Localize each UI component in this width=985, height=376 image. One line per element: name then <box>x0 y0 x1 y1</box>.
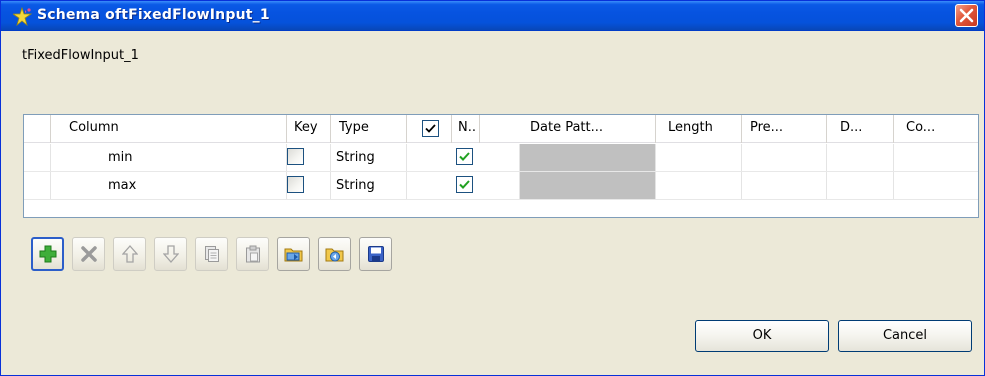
nullable-checkbox[interactable] <box>456 176 473 193</box>
move-down-icon <box>162 245 179 263</box>
key-checkbox[interactable] <box>287 148 304 165</box>
column-header-type[interactable]: Type <box>331 115 407 143</box>
delete-row-button[interactable] <box>72 237 105 271</box>
save-schema-button[interactable] <box>359 237 392 271</box>
column-header-select-all[interactable] <box>407 115 452 143</box>
column-header-key[interactable]: Key <box>287 115 331 143</box>
move-up-button[interactable] <box>113 237 146 271</box>
nullable-cell[interactable] <box>407 144 520 171</box>
table-row[interactable]: min String <box>24 144 978 172</box>
column-header-precision[interactable]: Pre... <box>742 115 827 143</box>
column-name-cell[interactable]: min <box>51 144 287 171</box>
column-header-default[interactable]: D... <box>827 115 894 143</box>
precision-cell[interactable] <box>742 144 827 171</box>
copy-button[interactable] <box>195 237 228 271</box>
date-pattern-cell <box>520 144 656 171</box>
export-schema-button[interactable] <box>318 237 351 271</box>
checkmark-icon <box>459 180 470 189</box>
schema-star-icon <box>13 7 33 27</box>
move-down-button[interactable] <box>154 237 187 271</box>
import-icon <box>284 248 302 262</box>
key-checkbox[interactable] <box>287 176 304 193</box>
column-header-nullable[interactable]: N.. <box>452 115 479 143</box>
column-header-comment[interactable]: Co... <box>894 115 979 143</box>
column-header-column[interactable]: Column <box>51 115 287 143</box>
nullable-cell[interactable] <box>407 172 520 199</box>
add-row-button[interactable] <box>31 237 64 271</box>
row-marker <box>24 144 51 171</box>
header-divider <box>479 115 480 143</box>
delete-icon <box>80 246 97 262</box>
type-cell[interactable]: String <box>331 144 407 171</box>
dialog-body: tFixedFlowInput_1 Column Key Type N.. Da… <box>4 32 981 374</box>
schema-component-label: tFixedFlowInput_1 <box>22 48 139 63</box>
export-icon <box>325 248 343 262</box>
copy-icon <box>204 246 219 262</box>
schema-table: Column Key Type N.. Date Patt... Length … <box>23 114 979 218</box>
comment-cell[interactable] <box>894 172 979 199</box>
import-schema-button[interactable] <box>277 237 310 271</box>
default-cell[interactable] <box>827 144 894 171</box>
checkmark-icon <box>459 152 470 161</box>
precision-cell[interactable] <box>742 172 827 199</box>
row-marker <box>24 172 51 199</box>
paste-icon <box>245 245 260 263</box>
key-cell[interactable] <box>287 144 331 171</box>
comment-cell[interactable] <box>894 144 979 171</box>
key-cell[interactable] <box>287 172 331 199</box>
close-button[interactable] <box>955 4 978 27</box>
table-header: Column Key Type N.. Date Patt... Length … <box>24 115 978 143</box>
save-icon <box>367 246 384 262</box>
column-name-cell[interactable]: max <box>51 172 287 199</box>
move-up-icon <box>121 245 138 263</box>
cancel-button[interactable]: Cancel <box>838 320 972 352</box>
window-title: Schema oftFixedFlowInput_1 <box>37 7 270 23</box>
column-header-date-pattern[interactable]: Date Patt... <box>520 115 656 143</box>
length-cell[interactable] <box>656 172 742 199</box>
paste-button[interactable] <box>236 237 269 271</box>
table-row[interactable]: max String <box>24 172 978 200</box>
header-checkbox[interactable] <box>422 120 439 137</box>
default-cell[interactable] <box>827 172 894 199</box>
length-cell[interactable] <box>656 144 742 171</box>
title-bar[interactable]: Schema oftFixedFlowInput_1 <box>1 1 984 31</box>
schema-dialog: Schema oftFixedFlowInput_1 tFixedFlowInp… <box>0 0 985 376</box>
checkmark-icon <box>425 124 436 133</box>
close-icon <box>959 8 974 23</box>
add-icon <box>39 245 56 263</box>
nullable-checkbox[interactable] <box>456 148 473 165</box>
column-header-length[interactable]: Length <box>656 115 742 143</box>
ok-button[interactable]: OK <box>695 320 829 352</box>
date-pattern-cell <box>520 172 656 199</box>
type-cell[interactable]: String <box>331 172 407 199</box>
row-marker-header <box>24 115 51 143</box>
